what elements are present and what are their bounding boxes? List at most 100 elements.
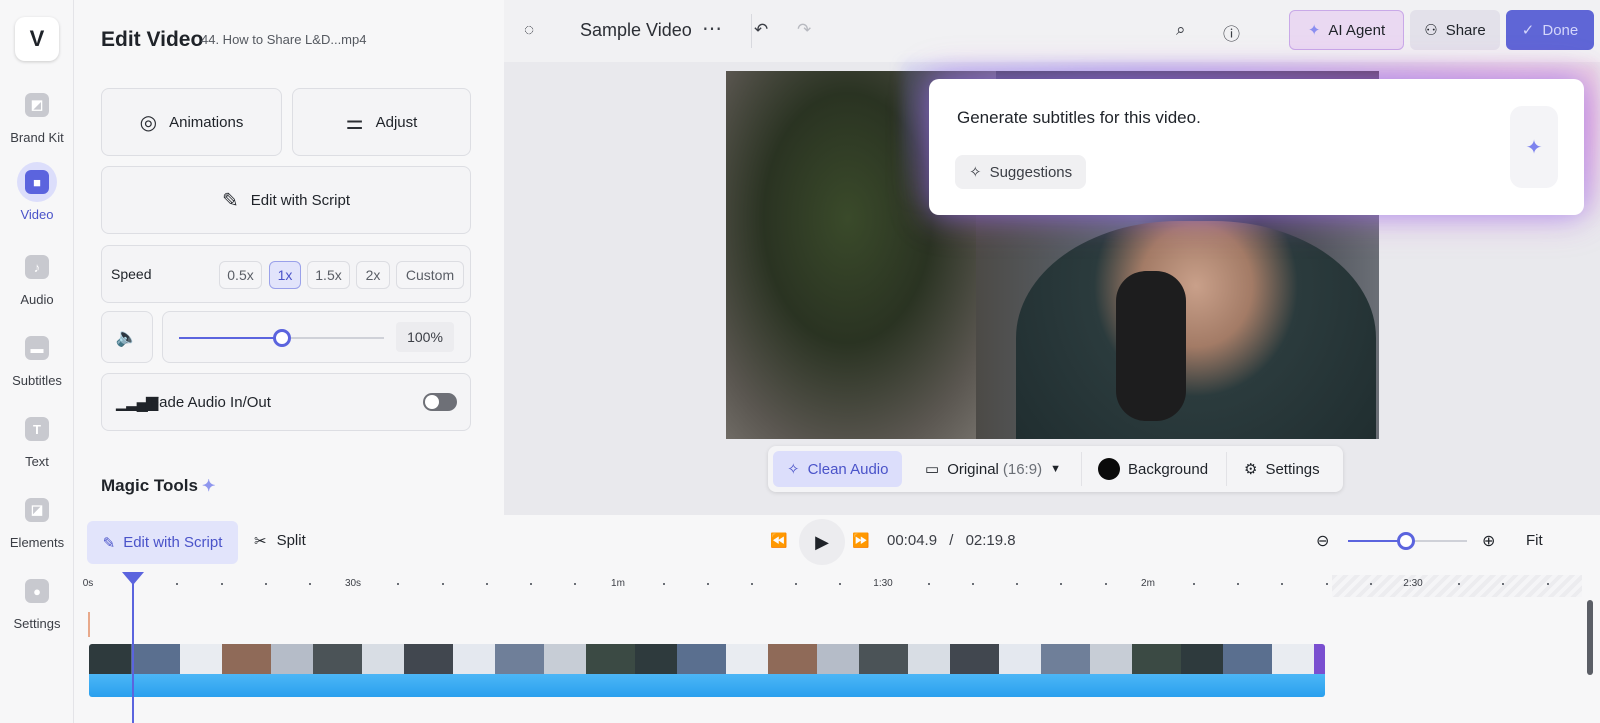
- video-settings-button[interactable]: ⚙ Settings: [1244, 451, 1320, 487]
- cloud-sync-icon: ◌: [524, 20, 535, 39]
- ruler-out-of-range: [1332, 575, 1582, 597]
- zoom-slider-handle[interactable]: [1397, 532, 1416, 550]
- rail-label: Text: [25, 454, 49, 469]
- play-button[interactable]: ▶: [799, 519, 845, 565]
- video-frame-speaker: [1016, 221, 1376, 439]
- video-thumbnail: [586, 644, 635, 674]
- video-thumbnail: [999, 644, 1041, 674]
- project-title[interactable]: Sample Video: [580, 20, 692, 41]
- search-icon[interactable]: ⌕: [1176, 20, 1186, 40]
- background-color-swatch: [1098, 458, 1120, 480]
- share-button[interactable]: ⚇ Share: [1410, 10, 1500, 50]
- rail-item-settings[interactable]: ● Settings: [0, 574, 74, 631]
- volume-button[interactable]: 🔈: [101, 311, 153, 363]
- zoom-in-icon[interactable]: ⊕: [1482, 531, 1495, 551]
- rail-item-video[interactable]: ■ Video: [0, 162, 74, 222]
- file-name: 44. How to Share L&D...mp4: [201, 32, 367, 47]
- in-point-marker: [88, 612, 90, 637]
- video-thumbnail: [635, 644, 677, 674]
- ruler-label: 2:30: [1403, 578, 1423, 589]
- video-thumbnail: [677, 644, 726, 674]
- brand-kit-icon: ◩: [20, 88, 54, 122]
- settings-icon: ●: [20, 574, 54, 608]
- edit-with-script-button[interactable]: ✎ Edit with Script: [101, 166, 471, 234]
- timeline-ruler[interactable]: 0s 30s 1m 1:30 2m 2:30: [82, 575, 1582, 597]
- zoom-out-icon[interactable]: ⊖: [1316, 531, 1329, 551]
- rewind-icon[interactable]: ⏪: [770, 532, 787, 549]
- help-icon[interactable]: ⓘ: [1223, 20, 1240, 45]
- ai-agent-label: AI Agent: [1328, 21, 1386, 39]
- ruler-tick: [1369, 583, 1372, 585]
- fast-forward-icon[interactable]: ⏩: [852, 532, 869, 549]
- suggestions-button[interactable]: ✧ Suggestions: [955, 155, 1087, 189]
- video-thumbnail: [1314, 644, 1325, 674]
- audio-track[interactable]: [89, 674, 1325, 697]
- edit-video-panel: Edit Video 44. How to Share L&D...mp4 ◎ …: [74, 0, 504, 515]
- volume-slider-handle[interactable]: [272, 329, 291, 347]
- animations-button[interactable]: ◎ Animations: [101, 88, 282, 156]
- video-thumbnail: [950, 644, 999, 674]
- speed-label: Speed: [111, 266, 152, 282]
- gear-icon: ⚙: [1244, 461, 1258, 478]
- rail-label: Elements: [9, 535, 65, 550]
- rail-item-text[interactable]: T Text: [0, 412, 74, 469]
- subtitles-icon: ▬: [20, 331, 54, 365]
- ai-prompt-input[interactable]: Generate subtitles for this video.: [957, 108, 1201, 128]
- toolbar-divider: [1081, 452, 1082, 486]
- timeline-edit-with-script-button[interactable]: ✎ Edit with Script: [87, 521, 238, 564]
- ruler-tick: [1016, 583, 1019, 585]
- fade-audio-row: ▁▂▄▆ Fade Audio In/Out: [101, 373, 471, 431]
- split-button[interactable]: ✂ Split: [254, 532, 306, 550]
- volume-slider-fill: [179, 337, 282, 339]
- undo-icon[interactable]: ↶: [754, 20, 768, 40]
- redo-icon[interactable]: ↷: [797, 20, 811, 40]
- rail-item-elements[interactable]: ◪ Elements: [0, 493, 74, 550]
- done-button[interactable]: ✓ Done: [1506, 10, 1594, 50]
- volume-value[interactable]: 100%: [396, 322, 454, 352]
- ruler-tick: [1546, 583, 1549, 585]
- ruler-tick: [795, 583, 798, 585]
- fit-button[interactable]: Fit: [1526, 532, 1543, 549]
- aspect-ratio-dropdown[interactable]: ▭ Original (16:9) ▼: [925, 451, 1061, 487]
- video-thumbnail: [1090, 644, 1132, 674]
- zoom-slider[interactable]: [1348, 532, 1467, 550]
- ruler-tick: [441, 583, 444, 585]
- adjust-button[interactable]: ⚌ Adjust: [292, 88, 471, 156]
- fade-audio-label: Fade Audio In/Out: [150, 394, 271, 411]
- rail-item-brand-kit[interactable]: ◩ Brand Kit: [0, 88, 74, 145]
- rail-label: Brand Kit: [10, 130, 64, 145]
- fade-audio-toggle[interactable]: [423, 393, 457, 411]
- background-button[interactable]: Background: [1098, 451, 1208, 487]
- sparkles-icon: ✧: [969, 164, 982, 181]
- adjust-label: Adjust: [375, 113, 418, 131]
- send-prompt-button[interactable]: ✦: [1510, 106, 1558, 188]
- ruler-tick: [1502, 583, 1505, 585]
- speed-option-0-5x[interactable]: 0.5x: [219, 261, 262, 289]
- video-thumbnail: [180, 644, 222, 674]
- ruler-tick: [751, 583, 753, 585]
- app-logo[interactable]: V: [15, 17, 59, 61]
- speed-option-2x[interactable]: 2x: [356, 261, 390, 289]
- video-thumbnail: [271, 644, 313, 674]
- rail-item-audio[interactable]: ♪ Audio: [0, 250, 74, 307]
- video-thumbnail: [859, 644, 908, 674]
- ruler-tick: [264, 583, 267, 585]
- ruler-tick: [176, 583, 179, 585]
- rail-item-subtitles[interactable]: ▬ Subtitles: [0, 331, 74, 388]
- ruler-tick: [662, 583, 665, 585]
- video-thumbnail: [1272, 644, 1314, 674]
- ai-agent-button[interactable]: ✦ AI Agent: [1289, 10, 1404, 50]
- clean-audio-button[interactable]: ✧ Clean Audio: [773, 451, 903, 487]
- speed-option-1x[interactable]: 1x: [269, 261, 301, 289]
- ruler-tick: [574, 583, 577, 585]
- more-options-icon[interactable]: ⋯: [702, 16, 722, 41]
- add-user-icon: ⚇: [1424, 22, 1438, 39]
- ruler-tick: [1458, 583, 1461, 585]
- volume-slider[interactable]: [179, 329, 384, 347]
- settings-label: Settings: [1265, 460, 1320, 478]
- timeline-scrollbar[interactable]: [1587, 600, 1593, 675]
- speed-option-1-5x[interactable]: 1.5x: [307, 261, 350, 289]
- video-track[interactable]: [89, 644, 1325, 674]
- speed-option-custom[interactable]: Custom: [396, 261, 464, 289]
- ruler-label: 1:30: [873, 578, 893, 589]
